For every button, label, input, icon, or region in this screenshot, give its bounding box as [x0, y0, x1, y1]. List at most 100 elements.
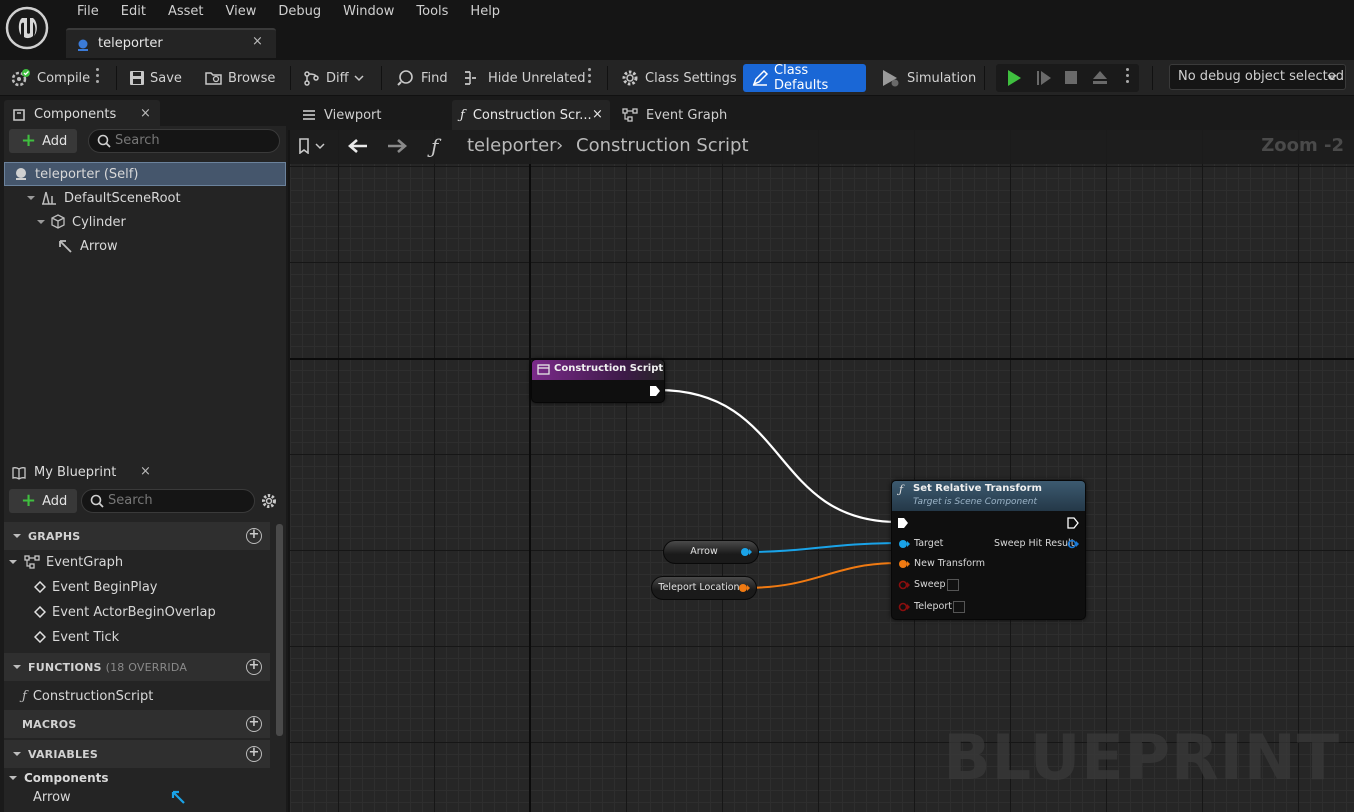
teleport-pin[interactable] [898, 602, 910, 612]
sweep-pin[interactable] [898, 580, 910, 590]
collapse-arrow-icon[interactable] [26, 193, 36, 203]
component-cylinder[interactable]: Cylinder [4, 210, 286, 234]
sweep-hit-result-pin[interactable] [1067, 539, 1079, 549]
compile-options-icon[interactable] [96, 68, 100, 86]
my-blueprint-search-input[interactable]: Search [81, 489, 255, 513]
graphs-header-label: GRAPHS [28, 529, 81, 543]
stop-icon[interactable] [1064, 70, 1078, 86]
menu-edit[interactable]: Edit [110, 0, 157, 24]
add-function-icon[interactable]: + [246, 659, 262, 675]
asset-tab-label: teleporter [98, 36, 163, 51]
play-icon[interactable] [1006, 69, 1022, 87]
close-icon[interactable]: × [252, 34, 263, 49]
find-icon [396, 69, 416, 87]
graph-item-event-graph[interactable]: EventGraph [8, 550, 123, 574]
menu-tools[interactable]: Tools [405, 0, 459, 24]
variables-section-header[interactable]: VARIABLES + [4, 740, 270, 768]
tab-construction-script[interactable]: ƒ Construction Scr... × [452, 100, 610, 130]
tab-label: Construction Scr... [472, 107, 592, 123]
target-pin[interactable] [898, 539, 910, 549]
add-component-button[interactable]: + Add [9, 129, 77, 153]
collapse-arrow-icon[interactable] [36, 217, 46, 227]
exec-in-pin[interactable] [897, 517, 909, 529]
class-defaults-label: Class Defaults [774, 63, 829, 93]
construction-script-node[interactable]: Construction Script [531, 359, 665, 403]
functions-section-header[interactable]: FUNCTIONS (18 OVERRIDA + [4, 653, 270, 681]
add-variable-icon[interactable]: + [246, 746, 262, 762]
component-default-scene-root[interactable]: DefaultSceneRoot [4, 186, 286, 210]
close-icon[interactable]: × [140, 464, 151, 479]
find-options-icon[interactable] [588, 68, 592, 86]
my-blueprint-scrollbar[interactable] [276, 524, 283, 736]
save-button[interactable]: Save [129, 64, 182, 92]
sweep-hit-result-label: Sweep Hit Result [994, 538, 1075, 549]
menu-file[interactable]: File [66, 0, 110, 24]
arrow-output-pin[interactable] [740, 547, 752, 557]
components-icon [12, 108, 26, 122]
browse-button[interactable]: Browse [205, 64, 275, 92]
diff-button[interactable]: Diff [303, 64, 364, 92]
function-item-construction-script[interactable]: ƒ ConstructionScript [22, 684, 153, 708]
graph-canvas[interactable]: ƒ teleporter › Construction Script Zoom … [290, 130, 1354, 812]
target-pin-label: Target [914, 538, 944, 549]
arrow-getter-node[interactable]: Arrow [663, 540, 759, 564]
tab-label: Viewport [324, 107, 382, 123]
find-button[interactable]: Find [396, 64, 448, 92]
hide-unrelated-button[interactable]: Hide Unrelated [463, 64, 586, 92]
eject-icon[interactable] [1091, 69, 1109, 87]
unreal-logo-icon[interactable] [5, 6, 49, 50]
hide-unrelated-label: Hide Unrelated [488, 70, 586, 86]
teleport-checkbox[interactable] [953, 601, 965, 613]
exec-out-pin[interactable] [1067, 517, 1079, 529]
component-arrow[interactable]: Arrow [4, 234, 286, 258]
blueprint-watermark: BLUEPRINT [943, 721, 1340, 794]
compile-button[interactable]: Compile [10, 64, 90, 92]
graph-item-actor-begin-overlap[interactable]: Event ActorBeginOverlap [34, 600, 216, 624]
collapse-arrow-icon [12, 531, 22, 541]
play-options-icon[interactable] [1126, 68, 1130, 86]
class-settings-button[interactable]: Class Settings [620, 64, 737, 92]
variable-item-arrow[interactable]: Arrow [33, 785, 193, 809]
add-member-button[interactable]: + Add [9, 489, 77, 513]
close-icon[interactable]: × [592, 107, 603, 122]
plus-icon: + [21, 490, 37, 511]
sweep-checkbox[interactable] [947, 579, 959, 591]
set-relative-transform-node[interactable]: ƒ Set Relative Transform Target is Scene… [891, 480, 1086, 620]
component-self[interactable]: teleporter (Self) [4, 162, 286, 186]
toolbar-divider [1152, 66, 1153, 90]
graph-item-event-tick[interactable]: Event Tick [34, 625, 119, 649]
component-label: teleporter (Self) [35, 166, 139, 182]
menu-asset[interactable]: Asset [157, 0, 215, 24]
new-transform-pin[interactable] [898, 559, 910, 569]
menu-view[interactable]: View [215, 0, 268, 24]
add-macro-icon[interactable]: + [246, 716, 262, 732]
graph-label: EventGraph [46, 554, 124, 570]
gear-icon [620, 68, 640, 88]
debug-object-dropdown[interactable]: No debug object selected [1169, 64, 1346, 90]
teleport-location-output-pin[interactable] [738, 583, 750, 593]
class-defaults-button[interactable]: Class Defaults [743, 63, 866, 93]
simulation-button[interactable]: Simulation [880, 64, 976, 92]
menu-debug[interactable]: Debug [267, 0, 332, 24]
tab-event-graph[interactable]: Event Graph [614, 100, 735, 130]
components-search-input[interactable]: Search [88, 129, 280, 153]
search-placeholder: Search [115, 133, 160, 148]
diff-label: Diff [326, 70, 349, 86]
add-graph-icon[interactable]: + [246, 528, 262, 544]
wires [657, 388, 901, 589]
menu-help[interactable]: Help [459, 0, 511, 24]
step-frame-icon[interactable] [1036, 69, 1052, 87]
teleport-location-getter-node[interactable]: Teleport Location [651, 576, 757, 600]
collapse-arrow-icon [12, 662, 22, 672]
asset-tab[interactable]: teleporter × [66, 28, 276, 58]
tab-viewport[interactable]: Viewport [294, 100, 390, 130]
exec-out-pin[interactable] [649, 385, 661, 397]
pencil-icon [751, 69, 769, 87]
settings-gear-icon[interactable] [260, 492, 278, 510]
actor-icon [13, 167, 29, 181]
macros-section-header[interactable]: MACROS + [4, 710, 270, 738]
graphs-section-header[interactable]: GRAPHS + [4, 522, 270, 550]
graph-item-begin-play[interactable]: Event BeginPlay [34, 575, 158, 599]
close-icon[interactable]: × [140, 106, 151, 121]
menu-window[interactable]: Window [332, 0, 405, 24]
